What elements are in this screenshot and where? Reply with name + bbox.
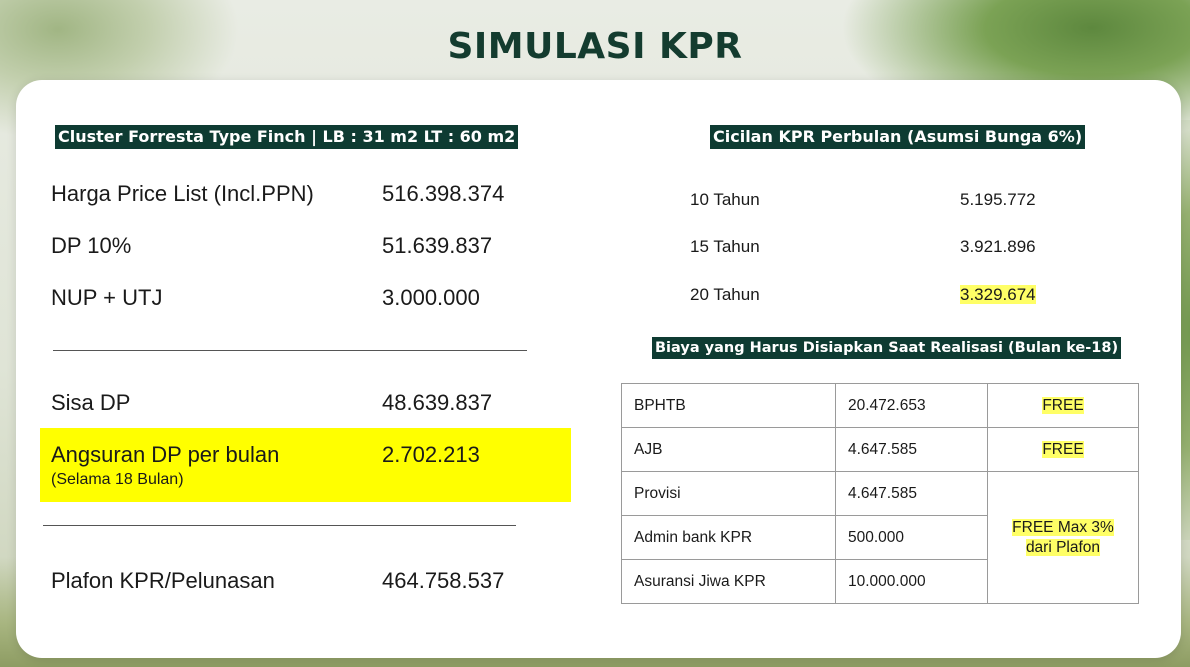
biaya-item: AJB: [621, 427, 836, 472]
nup-utj-value: 3.000.000: [382, 285, 480, 310]
biaya-item: Asuransi Jiwa KPR: [621, 559, 836, 604]
cicilan-amount-20-highlight: 3.329.674: [960, 285, 1036, 304]
biaya-note: FREE: [1042, 440, 1084, 458]
cicilan-amount-15: 3.921.896: [960, 237, 1036, 256]
plafon-value: 464.758.537: [382, 568, 505, 593]
biaya-amount: 4.647.585: [835, 471, 988, 516]
angsuran-value: 2.702.213: [382, 442, 480, 467]
biaya-banner: Biaya yang Harus Disiapkan Saat Realisas…: [652, 337, 1122, 359]
dp-label: DP 10%: [51, 233, 132, 258]
biaya-item: Admin bank KPR: [621, 515, 836, 560]
biaya-group-note-line2: dari Plafon: [1025, 538, 1101, 556]
cluster-banner: Cluster Forresta Type Finch | LB : 31 m2…: [55, 125, 519, 149]
table-row: AJB 4.647.585 FREE: [621, 427, 1139, 472]
biaya-group-note: FREE Max 3% dari Plafon: [1012, 518, 1114, 558]
price-list-label: Harga Price List (Incl.PPN): [51, 181, 314, 206]
biaya-group-note-cell: FREE Max 3% dari Plafon: [987, 471, 1139, 604]
table-row: BPHTB 20.472.653 FREE: [621, 383, 1139, 428]
plafon-label: Plafon KPR/Pelunasan: [51, 568, 275, 593]
cicilan-amount-20: 3.329.674: [960, 285, 1036, 305]
angsuran-label: Angsuran DP per bulan: [51, 442, 280, 467]
biaya-amount: 4.647.585: [835, 427, 988, 472]
dp-value: 51.639.837: [382, 233, 493, 258]
cicilan-tenor-10: 10 Tahun: [690, 190, 760, 209]
price-list-value: 516.398.374: [382, 181, 505, 206]
biaya-group-note-line1: FREE Max 3%: [1012, 518, 1114, 536]
page-title: SIMULASI KPR: [447, 26, 743, 67]
biaya-item: Provisi: [621, 471, 836, 516]
biaya-note: FREE: [1042, 396, 1084, 414]
nup-utj-label: NUP + UTJ: [51, 285, 163, 310]
biaya-amount: 20.472.653: [835, 383, 988, 428]
angsuran-note: (Selama 18 Bulan): [51, 471, 184, 488]
cicilan-banner: Cicilan KPR Perbulan (Asumsi Bunga 6%): [710, 125, 1086, 149]
sisa-dp-value: 48.639.837: [382, 390, 493, 415]
cicilan-tenor-15: 15 Tahun: [690, 237, 760, 256]
biaya-table: BPHTB 20.472.653 FREE AJB 4.647.585 FREE…: [621, 383, 1139, 604]
cicilan-tenor-20: 20 Tahun: [690, 285, 760, 304]
sisa-dp-label: Sisa DP: [51, 390, 131, 415]
divider-top: [53, 350, 527, 351]
biaya-note-cell: FREE: [987, 383, 1139, 428]
biaya-amount: 10.000.000: [835, 559, 988, 604]
biaya-item: BPHTB: [621, 383, 836, 428]
table-row: Provisi 4.647.585 FREE Max 3% dari Plafon: [621, 471, 1139, 604]
divider-bottom: [43, 525, 516, 526]
cicilan-amount-10: 5.195.772: [960, 190, 1036, 209]
biaya-note-cell: FREE: [987, 427, 1139, 472]
biaya-amount: 500.000: [835, 515, 988, 560]
